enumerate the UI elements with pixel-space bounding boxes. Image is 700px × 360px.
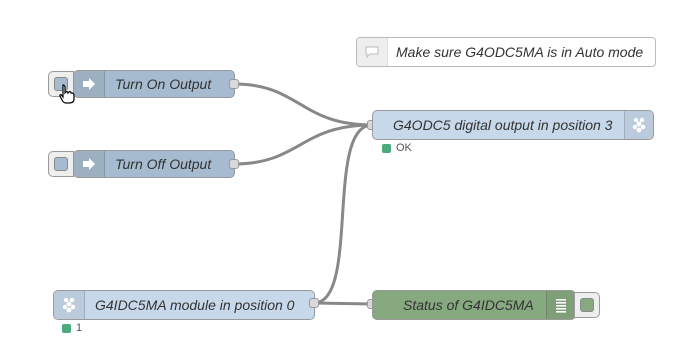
comment-text: Make sure G4ODC5MA is in Auto mode — [396, 44, 644, 60]
node-label: Turn Off Output — [115, 156, 212, 172]
status-digital-output: OK — [382, 142, 412, 154]
raspberry-pi-icon — [54, 291, 85, 319]
status-input-module: 1 — [62, 322, 82, 334]
output-port-turn-on[interactable] — [229, 79, 239, 89]
status-text: 1 — [76, 322, 83, 334]
node-label: G4IDC5MA module in position 0 — [95, 297, 295, 313]
comment-node[interactable]: Make sure G4ODC5MA is in Auto mode — [356, 37, 656, 67]
status-text: OK — [396, 142, 412, 154]
node-label: G4ODC5 digital output in position 3 — [393, 117, 613, 133]
output-port-turn-off[interactable] — [229, 159, 239, 169]
wire-turn-on-to-output[interactable] — [233, 82, 373, 127]
node-label: Status of G4IDC5MA — [403, 297, 534, 313]
inject-button-turn-off[interactable] — [48, 151, 74, 177]
wire-module-to-output[interactable] — [313, 123, 373, 305]
status-dot — [382, 143, 391, 153]
comment-icon — [357, 38, 388, 66]
output-port-input-module[interactable] — [309, 298, 319, 308]
node-turn-off-output[interactable]: Turn Off Output — [73, 150, 235, 178]
node-input-module[interactable]: G4IDC5MA module in position 0 — [53, 290, 315, 320]
status-dot — [62, 323, 71, 333]
debug-toggle-button[interactable] — [574, 292, 600, 318]
debug-list-icon — [546, 291, 575, 319]
wire-module-to-status[interactable] — [313, 301, 373, 306]
node-digital-output[interactable]: G4ODC5 digital output in position 3 — [372, 110, 654, 140]
node-label: Turn On Output — [115, 76, 212, 92]
node-status-debug[interactable]: Status of G4IDC5MA — [372, 290, 576, 320]
node-turn-on-output[interactable]: Turn On Output — [73, 70, 235, 98]
inject-arrow-icon — [74, 71, 105, 97]
hand-cursor-icon — [59, 84, 75, 104]
raspberry-pi-icon — [624, 111, 653, 139]
inject-arrow-icon — [74, 151, 105, 177]
